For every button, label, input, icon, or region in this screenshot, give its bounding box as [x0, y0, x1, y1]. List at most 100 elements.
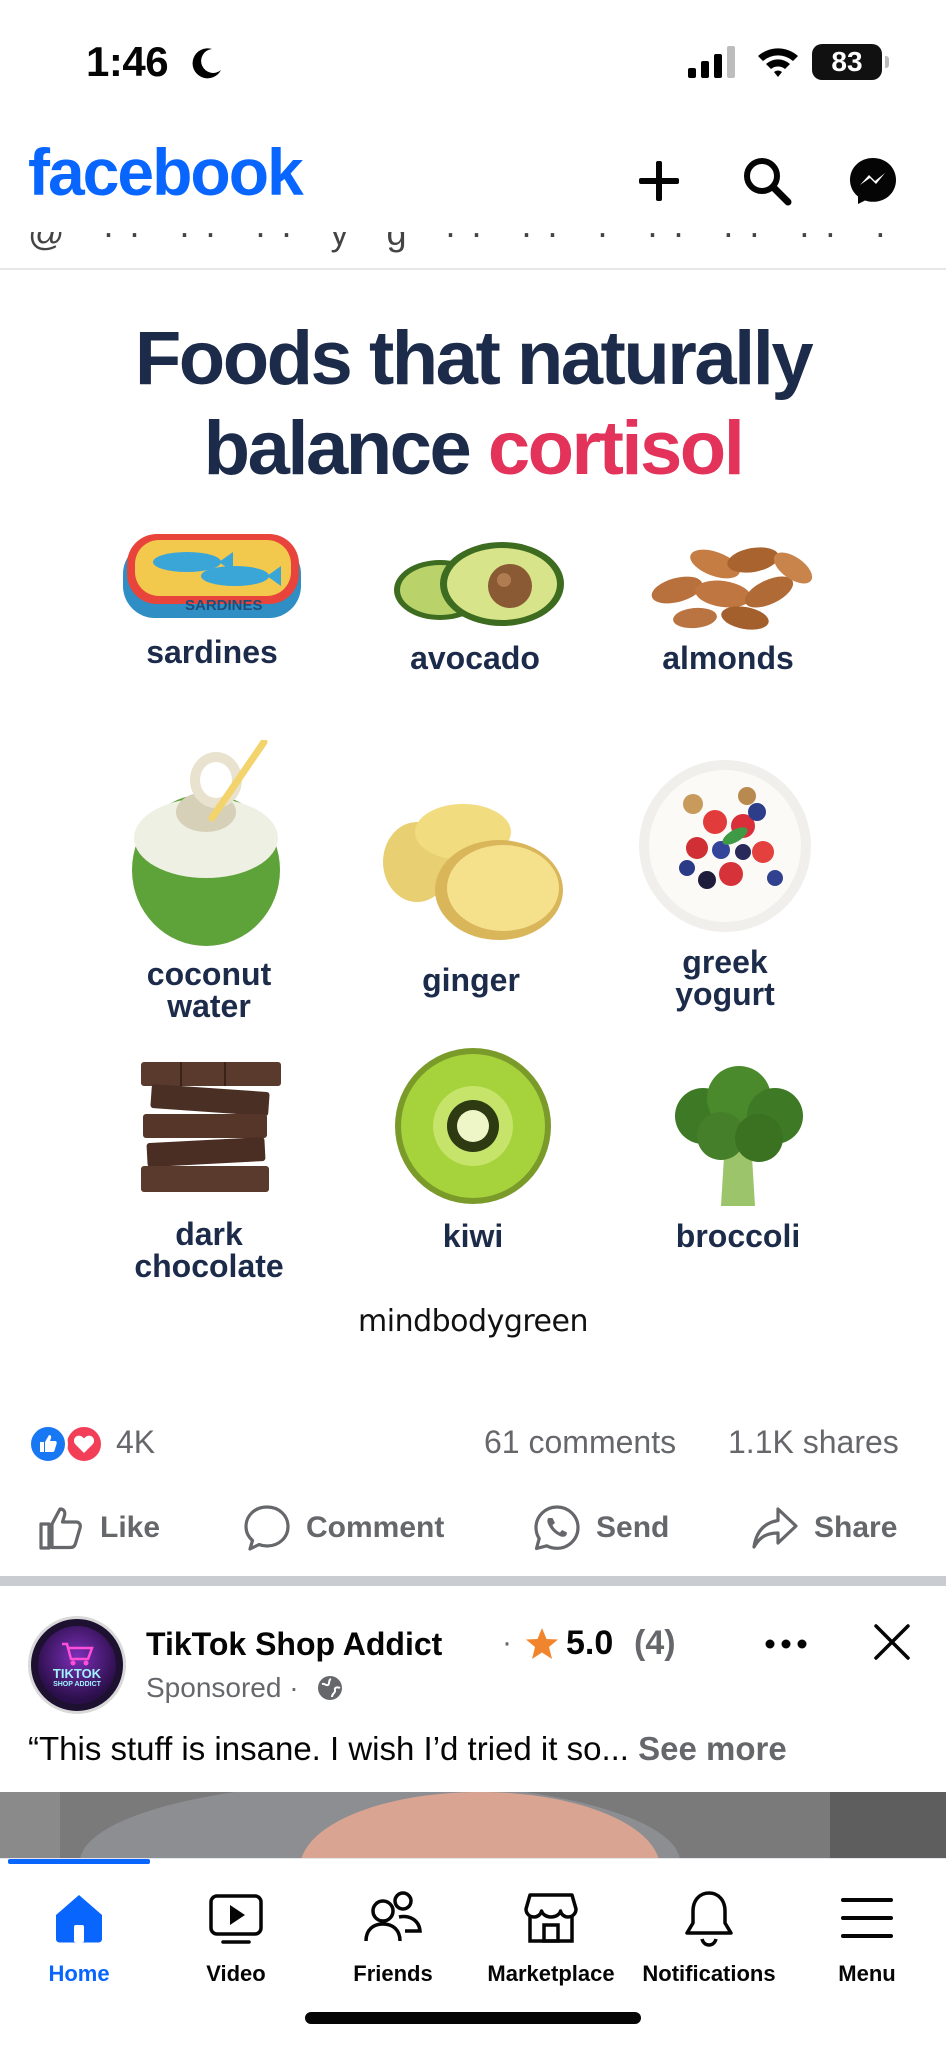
food-greek-yogurt: greek yogurt: [600, 756, 850, 1010]
reaction-count[interactable]: 4K: [116, 1424, 155, 1461]
post-actions: Like Comment Send Share: [0, 1490, 946, 1570]
messenger-icon: [850, 158, 896, 204]
battery-level: 83: [831, 46, 863, 77]
food-label-line1: greek: [682, 944, 768, 980]
food-label-line2: water: [167, 988, 251, 1024]
see-more-link[interactable]: See more: [638, 1730, 787, 1767]
clipped-author-text: @ ·· ·· ·· y g ·· ·· · ·· ·· ·· ·: [28, 232, 901, 253]
like-button[interactable]: Like: [36, 1500, 160, 1556]
active-tab-indicator: [8, 1859, 150, 1864]
home-icon: [56, 1895, 102, 1943]
home-indicator[interactable]: [305, 2012, 641, 2024]
comment-icon: [244, 1505, 290, 1551]
food-ginger: ginger: [346, 798, 596, 996]
globe-icon: [318, 1676, 342, 1700]
page-avatar[interactable]: TIKTOK SHOP ADDICT: [28, 1616, 126, 1714]
search-button[interactable]: [732, 146, 802, 216]
comment-button[interactable]: Comment: [242, 1500, 444, 1556]
nav-label: Video: [206, 1961, 266, 1986]
name-separator: ·: [502, 1626, 512, 1659]
nav-friends[interactable]: Friends: [314, 1885, 472, 1987]
menu-icon: [841, 1898, 893, 1938]
nav-video[interactable]: Video: [157, 1885, 315, 1987]
image-title: Foods that naturally balance cortisol: [0, 314, 946, 494]
coconut-icon: [132, 740, 280, 946]
comment-label: Comment: [306, 1511, 445, 1544]
food-sardines: SARDINES sardines: [87, 524, 337, 668]
share-icon: [752, 1507, 798, 1549]
status-bar: 1:46 83: [0, 0, 946, 126]
wifi-icon: [758, 48, 798, 77]
share-button[interactable]: Share: [750, 1500, 897, 1556]
sponsored-media[interactable]: [0, 1792, 946, 1860]
nav-label: Marketplace: [487, 1961, 615, 1986]
hide-post-button[interactable]: [866, 1616, 918, 1668]
nav-label: Home: [48, 1961, 110, 1986]
shares-count[interactable]: 1.1K shares: [728, 1424, 899, 1461]
food-dark-chocolate: dark chocolate: [84, 1058, 334, 1282]
bell-icon: [685, 1891, 733, 1947]
food-label-line1: coconut: [146, 956, 272, 992]
post-image[interactable]: Foods that naturally balance cortisol SA…: [0, 270, 946, 1396]
food-label: almonds: [662, 640, 794, 676]
nav-label: Menu: [838, 1961, 896, 1986]
plus-icon: [639, 161, 679, 201]
rating-count: (4): [634, 1624, 676, 1662]
video-icon: [209, 1894, 263, 1944]
post-caption: “This stuff is insane. I wish I’d tried …: [28, 1730, 787, 1768]
facebook-logo[interactable]: facebook: [28, 134, 304, 210]
send-button[interactable]: Send: [532, 1500, 669, 1556]
food-label: broccoli: [675, 1218, 801, 1254]
yogurt-bowl-icon: [639, 760, 811, 932]
caption-text: “This stuff is insane. I wish I’d tried …: [28, 1730, 629, 1767]
clipped-post-header: @ ·· ·· ·· y g ·· ·· · ·· ·· ·· ·: [0, 232, 946, 266]
close-icon: [874, 1624, 910, 1660]
food-avocado: avocado: [350, 532, 600, 674]
app-header: facebook: [0, 126, 946, 240]
brand-watermark: mindbodygreen: [358, 1304, 588, 1339]
moon-icon: [192, 48, 221, 79]
more-dots-icon: [765, 1639, 807, 1649]
sponsored-label: Sponsored ·: [146, 1672, 299, 1703]
page-name[interactable]: TikTok Shop Addict: [146, 1626, 442, 1663]
kiwi-icon: [395, 1048, 551, 1204]
sardines-can-icon: SARDINES: [123, 534, 301, 618]
like-reaction-icon: [28, 1424, 68, 1464]
create-button[interactable]: [624, 146, 694, 216]
status-time: 1:46: [86, 38, 169, 85]
food-label-line2: chocolate: [134, 1248, 284, 1284]
whatsapp-send-icon: [534, 1505, 580, 1551]
rating-value: 5.0: [566, 1624, 614, 1662]
food-almonds: almonds: [603, 532, 853, 674]
media-preview: [0, 1792, 946, 1860]
sardine-can-text: SARDINES: [185, 597, 263, 614]
comments-count[interactable]: 61 comments: [484, 1424, 676, 1461]
almonds-icon: [651, 547, 813, 630]
food-label: ginger: [422, 962, 520, 998]
nav-label: Friends: [353, 1961, 433, 1986]
feed-separator: [0, 1576, 946, 1586]
nav-notifications[interactable]: Notifications: [630, 1885, 788, 1987]
food-label: avocado: [410, 640, 540, 676]
food-label-line2: yogurt: [675, 976, 775, 1012]
friends-icon: [364, 1891, 422, 1942]
more-options-button[interactable]: [762, 1620, 810, 1668]
nav-marketplace[interactable]: Marketplace: [472, 1885, 630, 1987]
food-label: sardines: [146, 634, 278, 670]
nav-home[interactable]: Home: [0, 1885, 158, 1987]
image-title-prefix: balance: [203, 406, 488, 491]
battery-indicator: 83: [812, 44, 889, 80]
nav-label: Notifications: [642, 1961, 776, 1986]
share-label: Share: [814, 1511, 898, 1544]
image-title-line1: Foods that naturally: [134, 316, 814, 401]
like-label: Like: [100, 1511, 161, 1544]
search-icon: [744, 158, 792, 206]
like-icon: [39, 1507, 82, 1550]
food-broccoli: broccoli: [613, 1060, 863, 1252]
messenger-button[interactable]: [838, 146, 908, 216]
shopping-cart-icon: [62, 1642, 94, 1666]
image-title-line2: balance cortisol: [0, 404, 946, 494]
avatar-text-line2: SHOP ADDICT: [53, 1681, 101, 1688]
nav-menu[interactable]: Menu: [788, 1885, 946, 1987]
marketplace-icon: [524, 1893, 578, 1943]
